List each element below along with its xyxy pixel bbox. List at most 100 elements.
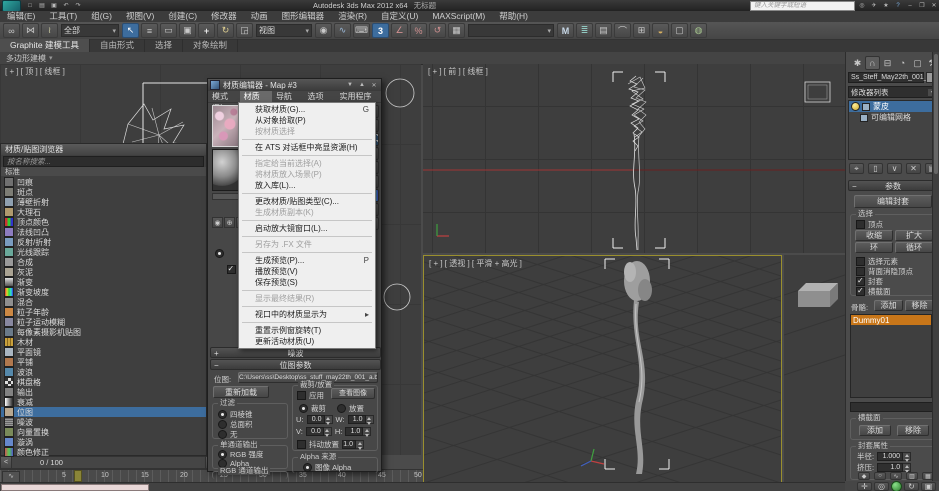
coordinates-radio-fragment[interactable]	[215, 249, 224, 258]
map-type-item[interactable]: 木材	[1, 337, 206, 347]
crop-u-spinner[interactable]: 0.0	[306, 415, 333, 425]
show-end-result-button[interactable]: ▯	[868, 163, 883, 174]
sample-slot-active-bitmap[interactable]	[212, 105, 240, 147]
select-and-move-button[interactable]: +	[198, 23, 215, 38]
sample-slot-sphere[interactable]	[212, 149, 240, 191]
cross-sections-checkbox[interactable]	[856, 286, 865, 296]
menu-rendering[interactable]: 渲染(R)	[331, 11, 374, 22]
add-bone-button[interactable]: 添加	[874, 300, 903, 311]
me-menu-utilities[interactable]: 实用程序(U)	[336, 91, 382, 112]
sample-slot-scrollbar[interactable]	[212, 193, 240, 200]
map-type-item[interactable]: 顶点颜色	[1, 217, 206, 227]
maximize-button[interactable]: ❐	[917, 2, 927, 10]
select-object-button[interactable]: ↖	[122, 23, 139, 38]
rollout-bitmap-parameters[interactable]: − 位图参数	[210, 359, 381, 370]
open-file-button[interactable]: ▤	[37, 2, 47, 10]
curve-editor-button[interactable]: ⌒	[614, 23, 631, 38]
map-type-item[interactable]: 每像素摄影机贴图	[1, 327, 206, 337]
map-type-item[interactable]: 粒子运动模糊	[1, 317, 206, 327]
menu-item-assign-to-selection[interactable]: 指定给当前选择(A)	[239, 158, 375, 169]
radius-spinner[interactable]: 1.000	[877, 452, 912, 462]
place-radio[interactable]	[337, 404, 346, 413]
viewport-perspective-active[interactable]: [ + ] [ 透视 ] [ 平滑 + 高光 ]	[423, 255, 782, 487]
map-type-item[interactable]: 平铺	[1, 357, 206, 367]
ring-button[interactable]: 环	[855, 242, 893, 253]
map-type-item[interactable]: 光线跟踪	[1, 247, 206, 257]
modifier-stack-item-editable-mesh[interactable]: 可编辑网格	[849, 112, 937, 123]
menu-item-highlight-assets[interactable]: 在 ATS 对话框中亮显资源(H)	[239, 142, 375, 153]
orbit-button[interactable]: ↻	[904, 481, 919, 491]
time-slider-groove[interactable]: 0 / 100	[12, 457, 205, 468]
app-logo-icon[interactable]	[2, 0, 21, 12]
help-icon[interactable]: ?	[893, 2, 903, 10]
reload-button[interactable]: 重新加载	[213, 386, 269, 398]
menu-item-change-material-map-type[interactable]: 更改材质/贴图类型(C)...	[239, 196, 375, 207]
crop-w-spinner[interactable]: 1.0	[347, 415, 374, 425]
add-cross-section-button[interactable]: 添加	[859, 425, 891, 436]
select-and-rotate-button[interactable]: ↻	[217, 23, 234, 38]
maxscript-mini-listener[interactable]	[1, 484, 149, 491]
copy-envelope-button[interactable]: ▥	[906, 472, 918, 480]
map-type-item[interactable]: 漩涡	[1, 437, 206, 447]
menu-item-save-as-fx[interactable]: 另存为 .FX 文件	[239, 239, 375, 250]
communication-center-icon[interactable]: ✈	[869, 2, 879, 10]
close-button[interactable]: ✕	[929, 2, 939, 10]
me-menu-options[interactable]: 选项(O)	[304, 91, 336, 112]
menu-graph-editors[interactable]: 图形编辑器	[275, 11, 332, 22]
lightbulb-icon[interactable]	[851, 102, 860, 111]
pyramidal-radio[interactable]	[218, 410, 227, 419]
jitter-placement-checkbox[interactable]	[297, 440, 306, 449]
bone-filter-input[interactable]	[850, 402, 936, 412]
rollout-parameters[interactable]: − 参数	[848, 180, 938, 191]
map-type-item-selected[interactable]: 位图	[1, 407, 206, 417]
reference-coordinate-dropdown[interactable]: 视图 ▾	[256, 24, 312, 37]
new-scene-button[interactable]: □	[25, 2, 35, 10]
viewport-right-sliver[interactable]	[784, 255, 845, 487]
polygon-modeling-panel-label[interactable]: 多边形建模	[0, 53, 46, 64]
crop-radio[interactable]	[299, 404, 308, 413]
menu-maxscript[interactable]: MAXScript(M)	[425, 11, 492, 22]
render-production-button[interactable]: ◍	[690, 23, 707, 38]
modifier-stack-item-skin[interactable]: 蒙皮	[849, 101, 937, 112]
select-element-checkbox[interactable]	[856, 257, 865, 266]
menu-item-save-preview[interactable]: 保存预览(S)	[239, 277, 375, 288]
remove-bone-button[interactable]: 移除	[905, 300, 934, 311]
search-icon[interactable]: ◎	[857, 2, 867, 10]
motion-tab[interactable]: ◔	[895, 56, 910, 70]
map-type-item[interactable]: 大理石	[1, 207, 206, 217]
map-type-item[interactable]: 向量置换	[1, 427, 206, 437]
orbit-steeringwheel-icon[interactable]	[891, 480, 902, 491]
put-material-to-scene-button[interactable]: ⊕	[224, 217, 235, 228]
absolute-effect-button[interactable]: ◆	[858, 472, 870, 480]
command-panel-scrollbar[interactable]	[932, 52, 939, 481]
rgb-intensity-radio[interactable]	[218, 450, 227, 459]
menu-item-reset-sample-rotation[interactable]: 重置示例窗旋转(T)	[239, 325, 375, 336]
ribbon-tab-object-paint[interactable]: 对象绘制	[183, 39, 239, 52]
undo-button[interactable]: ↶	[61, 2, 71, 10]
envelope-visibility-button[interactable]: ○	[874, 472, 886, 480]
selection-filter-dropdown[interactable]: 全部 ▾	[61, 24, 119, 37]
map-type-item[interactable]: 噪波	[1, 417, 206, 427]
crop-v-spinner[interactable]: 0.0	[305, 427, 332, 437]
summed-area-radio[interactable]	[218, 420, 227, 429]
menu-tools[interactable]: 工具(T)	[42, 11, 84, 22]
select-and-scale-button[interactable]: ◲	[236, 23, 253, 38]
render-setup-button[interactable]: ▢	[671, 23, 688, 38]
favorites-star-icon[interactable]: ★	[881, 2, 891, 10]
menu-item-show-end-result[interactable]: 显示最终结果(R)	[239, 293, 375, 304]
rectangular-selection-button[interactable]: ▭	[160, 23, 177, 38]
menu-group[interactable]: 组(G)	[84, 11, 119, 22]
keyboard-shortcut-override-button[interactable]: ⌨	[353, 23, 370, 38]
view-image-button[interactable]: 查看图像	[331, 388, 375, 399]
modify-tab[interactable]: ∩	[865, 56, 880, 70]
menu-item-show-materials-in-viewport[interactable]: 视口中的材质显示为 ▸	[239, 309, 375, 320]
me-menu-material[interactable]: 材质(M)	[239, 91, 272, 112]
map-type-item[interactable]: 粒子年龄	[1, 307, 206, 317]
map-type-item[interactable]: 灰泥	[1, 267, 206, 277]
select-and-link-button[interactable]: ∞	[3, 23, 20, 38]
viewport-front[interactable]: [ + ] [ 前 ] [ 线框 ]	[423, 64, 845, 253]
browser-group-header[interactable]: 标准	[1, 167, 206, 176]
pin-stack-button[interactable]: ⌖	[849, 163, 864, 174]
menu-item-play-preview[interactable]: 播放预览(V)	[239, 266, 375, 277]
bind-to-space-warp-button[interactable]: ≀	[41, 23, 58, 38]
